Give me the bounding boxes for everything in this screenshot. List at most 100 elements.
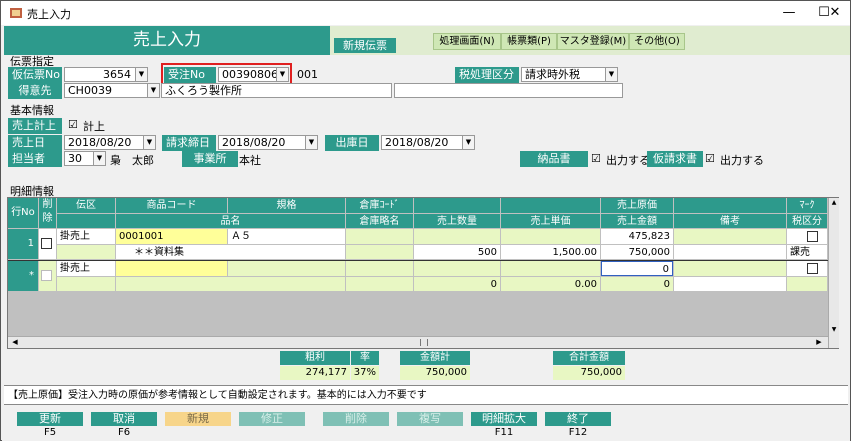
scroll-thumb[interactable] xyxy=(420,339,428,346)
row1-suryo[interactable]: 500 xyxy=(414,245,500,259)
hdr-biko: 備考 xyxy=(674,214,786,228)
new-button[interactable]: 新規 xyxy=(165,412,231,426)
row2-kikaku[interactable] xyxy=(228,261,345,276)
row2-delete-cell[interactable] xyxy=(39,261,56,291)
row1-soko-code[interactable] xyxy=(346,229,413,244)
hdr-sakujo: 削除 xyxy=(39,198,56,228)
gokei-value: 750,000 xyxy=(553,366,625,380)
hdr-hinmei: 品名 xyxy=(116,214,345,228)
row1-zei[interactable]: 課売 xyxy=(787,245,827,259)
tax-select[interactable]: 請求時外税 ▼ xyxy=(521,67,618,82)
tokui-code-input[interactable]: CH0039 ▼ xyxy=(64,83,160,98)
chevron-down-icon[interactable]: ▼ xyxy=(143,136,155,149)
row2-delete-checkbox[interactable] xyxy=(41,270,52,281)
tokui-code: CH0039 xyxy=(68,84,112,97)
expand-detail-button[interactable]: 明細拡大 xyxy=(471,412,537,426)
row1-hinmei[interactable]: ＊＊資料集 xyxy=(116,245,345,259)
row2-blank1 xyxy=(414,261,500,276)
kingakukei-value: 750,000 xyxy=(400,366,470,380)
ritsu-label: 率 xyxy=(351,351,379,365)
row1-kikaku[interactable]: Ａ５ xyxy=(228,229,345,244)
kingakukei-label: 金額計 xyxy=(400,351,470,365)
row1-soko-name xyxy=(346,245,413,259)
update-key: F5 xyxy=(43,427,57,438)
hdr-zei: 税区分 xyxy=(787,214,827,228)
vertical-scrollbar[interactable]: ▲ ▼ xyxy=(828,198,839,348)
shukko-date: 2018/08/20 xyxy=(385,136,449,149)
cancel-button[interactable]: 取消 xyxy=(91,412,157,426)
detail-grid[interactable]: 行No 削除 伝区 商品コード 規格 倉庫ｺｰﾄﾞ 売上原価 ﾏｰｸ 品名 倉庫… xyxy=(7,197,839,349)
row2-code[interactable] xyxy=(116,261,227,276)
jigyo-value: 本社 xyxy=(239,154,261,167)
row1-genka[interactable]: 475,823 xyxy=(601,229,673,244)
row1-tanka[interactable]: 1,500.00 xyxy=(501,245,600,259)
shukko-label: 出庫日 xyxy=(325,135,379,151)
close-button[interactable]: ✕ xyxy=(821,3,849,23)
mode-badge: 新規伝票 xyxy=(334,38,396,53)
scroll-down-icon[interactable]: ▼ xyxy=(829,325,839,335)
row2-mark-cell[interactable] xyxy=(787,261,827,276)
hdr-shohin-code: 商品コード xyxy=(116,198,227,213)
exit-button[interactable]: 終了 xyxy=(545,412,611,426)
hdr-denku: 伝区 xyxy=(57,198,115,213)
tokui-extra-field[interactable] xyxy=(394,83,623,98)
row1-biko[interactable] xyxy=(674,245,786,259)
scroll-right-icon[interactable]: ▶ xyxy=(814,337,824,348)
karisei-checkbox[interactable]: ☑ xyxy=(705,152,715,165)
row2-kingaku[interactable]: 0 xyxy=(601,277,673,291)
row1-delete-checkbox[interactable] xyxy=(41,238,52,249)
status-bar: 【売上原価】受注入力時の原価が参考情報として自動設定されます。基本的には入力不要… xyxy=(4,385,848,405)
chevron-down-icon[interactable]: ▼ xyxy=(462,136,474,149)
keijo-checkbox[interactable]: ☑ xyxy=(68,118,78,131)
uriage-date-input[interactable]: 2018/08/20 ▼ xyxy=(64,135,156,150)
scroll-left-icon[interactable]: ◀ xyxy=(10,337,20,348)
menu-shori[interactable]: 処理画面(N) xyxy=(433,33,501,50)
row1-no: 1 xyxy=(8,229,38,259)
menu-sonota[interactable]: その他(O) xyxy=(629,33,685,50)
row2-biko[interactable] xyxy=(674,277,786,291)
seikyu-label: 請求締日 xyxy=(162,135,216,151)
minimize-button[interactable]: — xyxy=(774,3,804,23)
chevron-down-icon[interactable]: ▼ xyxy=(605,68,617,81)
row2-soko-name xyxy=(346,277,413,291)
chevron-down-icon[interactable]: ▼ xyxy=(147,84,159,97)
gokei-label: 合計金額 xyxy=(553,351,625,365)
row2-hinmei[interactable] xyxy=(116,277,345,291)
page-title: 売上入力 xyxy=(4,26,330,55)
row2-suryo[interactable]: 0 xyxy=(414,277,500,291)
chevron-down-icon[interactable]: ▼ xyxy=(276,68,288,81)
delete-button[interactable]: 削除 xyxy=(323,412,389,426)
horizontal-scrollbar[interactable]: ◀ ▶ xyxy=(8,336,828,348)
row2-blank2 xyxy=(501,261,600,276)
row2-denku[interactable]: 掛売上 xyxy=(57,261,115,276)
row2-zei[interactable] xyxy=(787,277,827,291)
juchu-input[interactable]: 00390806 ▼ xyxy=(218,67,289,82)
edit-button[interactable]: 修正 xyxy=(239,412,305,426)
scroll-up-icon[interactable]: ▲ xyxy=(829,198,839,208)
chevron-down-icon[interactable]: ▼ xyxy=(93,152,105,165)
row1-mark-checkbox[interactable] xyxy=(807,231,818,242)
kari-input[interactable]: 3654 ▼ xyxy=(64,67,148,82)
row1-delete-cell[interactable] xyxy=(39,229,56,259)
copy-button[interactable]: 複写 xyxy=(397,412,463,426)
row1-denku[interactable]: 掛売上 xyxy=(57,229,115,244)
row1-kingaku[interactable]: 750,000 xyxy=(601,245,673,259)
row2-tanka[interactable]: 0.00 xyxy=(501,277,600,291)
row2-mark-checkbox[interactable] xyxy=(807,263,818,274)
nohin-checkbox[interactable]: ☑ xyxy=(591,152,601,165)
chevron-down-icon[interactable]: ▼ xyxy=(305,136,317,149)
row1-code[interactable]: 0001001 xyxy=(116,229,227,244)
menu-chohyo[interactable]: 帳票類(P) xyxy=(501,33,557,50)
tokui-name-field[interactable]: ふくろう製作所 xyxy=(161,83,392,98)
menu-master[interactable]: マスタ登録(M) xyxy=(557,33,629,50)
seikyu-date-input[interactable]: 2018/08/20 ▼ xyxy=(218,135,318,150)
tanto-code-input[interactable]: 30 ▼ xyxy=(64,151,106,166)
row1-mark-cell[interactable] xyxy=(787,229,827,244)
chevron-down-icon[interactable]: ▼ xyxy=(135,68,147,81)
update-button[interactable]: 更新 xyxy=(17,412,83,426)
row2-soko-code[interactable] xyxy=(346,261,413,276)
section-kihon: 基本情報 xyxy=(10,104,54,117)
kari-label: 仮伝票No xyxy=(8,67,62,83)
row2-genka[interactable]: 0 xyxy=(601,261,673,276)
shukko-date-input[interactable]: 2018/08/20 ▼ xyxy=(381,135,475,150)
